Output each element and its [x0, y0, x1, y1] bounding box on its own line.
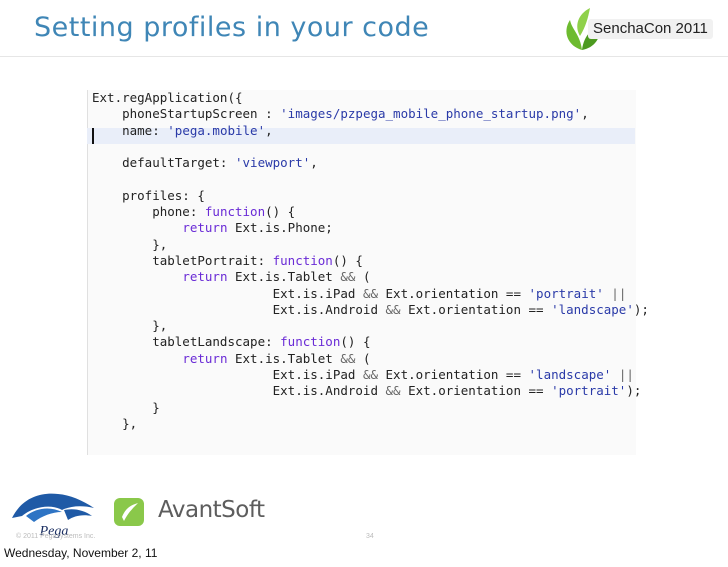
- code-line: Ext.is.Android && Ext.orientation == 'la…: [92, 302, 649, 318]
- code-token: &&: [340, 350, 356, 366]
- code-token: Ext.is.iPad: [92, 367, 363, 383]
- code-token: Ext.orientation ==: [400, 301, 552, 317]
- code-token: name:: [92, 122, 168, 138]
- code-token: Ext.regApplication({: [92, 90, 243, 105]
- code-block: Ext.regApplication({ phoneStartupScreen …: [92, 90, 649, 432]
- title-divider: [0, 56, 728, 57]
- code-token: Ext.is.Tablet: [227, 350, 341, 366]
- code-token: Ext.is.Phone;: [227, 220, 333, 236]
- code-token: () {: [265, 204, 296, 220]
- code-token: ,: [265, 122, 273, 138]
- code-token: Ext.is.iPad: [92, 285, 363, 301]
- slide-title: Setting profiles in your code: [34, 12, 430, 43]
- code-token: Ext.is.Android: [92, 301, 386, 317]
- code-token: return: [182, 220, 228, 236]
- code-token: profiles: {: [92, 187, 205, 203]
- code-token: phone:: [92, 204, 205, 220]
- code-line: tabletPortrait: function() {: [92, 253, 649, 269]
- code-line: },: [92, 416, 649, 432]
- code-token: },: [92, 318, 168, 334]
- code-line: phone: function() {: [92, 204, 649, 220]
- code-token: );: [633, 301, 649, 317]
- code-token: function: [280, 334, 341, 350]
- code-token: ||: [611, 367, 634, 383]
- event-badge: SenchaCon 2011: [588, 19, 713, 39]
- code-token: function: [204, 204, 266, 220]
- code-line: return Ext.is.Tablet && (: [92, 269, 649, 285]
- code-line: phoneStartupScreen : 'images/pzpega_mobi…: [92, 106, 649, 122]
- code-token: &&: [362, 285, 378, 301]
- code-token: 'landscape': [551, 301, 634, 317]
- code-token: function: [272, 252, 333, 268]
- copyright-notice: © 2011 Pegasystems Inc.: [16, 533, 96, 540]
- code-line: return Ext.is.Tablet && (: [92, 351, 649, 367]
- code-token: },: [92, 236, 168, 252]
- code-token: () {: [332, 252, 363, 268]
- code-token: },: [92, 415, 138, 431]
- code-token: tabletPortrait:: [92, 252, 273, 268]
- code-line: },: [92, 318, 649, 334]
- code-token: 'portrait': [551, 383, 627, 399]
- code-line: Ext.is.iPad && Ext.orientation == 'portr…: [92, 286, 649, 302]
- code-token: return: [182, 350, 228, 366]
- code-token: Ext.is.Android: [92, 383, 386, 399]
- code-token: () {: [340, 334, 371, 350]
- code-line: Ext.is.Android && Ext.orientation == 'po…: [92, 383, 649, 399]
- code-token: ,: [310, 155, 318, 171]
- code-token: 'pega.mobile': [167, 122, 266, 138]
- code-token: return: [182, 269, 228, 285]
- code-token: ,: [581, 106, 589, 122]
- code-line: },: [92, 237, 649, 253]
- code-line: name: 'pega.mobile',: [92, 123, 649, 139]
- code-token: &&: [385, 383, 401, 399]
- code-token: Ext.orientation ==: [378, 285, 529, 301]
- code-line: }: [92, 400, 649, 416]
- code-token: Ext.orientation ==: [400, 383, 552, 399]
- code-token: &&: [362, 367, 378, 383]
- code-line: Ext.regApplication({: [92, 90, 649, 106]
- code-line: tabletLandscape: function() {: [92, 334, 649, 350]
- code-token: defaultTarget:: [92, 155, 235, 171]
- code-token: Ext.orientation ==: [378, 367, 529, 383]
- avantsoft-wordmark: AvantSoft: [158, 497, 265, 523]
- code-token: }: [92, 399, 160, 415]
- code-token: (: [355, 350, 371, 366]
- code-token: tabletLandscape:: [92, 334, 281, 350]
- code-token: 'images/pzpega_mobile_phone_startup.png': [280, 106, 582, 122]
- code-line: profiles: {: [92, 188, 649, 204]
- code-line: return Ext.is.Phone;: [92, 220, 649, 236]
- footer-date: Wednesday, November 2, 11: [4, 546, 158, 560]
- code-token: 'viewport': [235, 155, 311, 171]
- code-token: 'landscape': [528, 367, 612, 383]
- code-token: Ext.is.Tablet: [227, 269, 341, 285]
- code-token: (: [355, 269, 371, 285]
- code-token: &&: [385, 301, 401, 317]
- code-token: phoneStartupScreen :: [92, 106, 281, 122]
- code-line: defaultTarget: 'viewport',: [92, 155, 649, 171]
- code-token: &&: [340, 269, 356, 285]
- page-number: 34: [366, 533, 374, 540]
- code-token: 'portrait': [528, 285, 604, 301]
- code-token: ||: [603, 285, 627, 301]
- code-line: Ext.is.iPad && Ext.orientation == 'lands…: [92, 367, 649, 383]
- code-token: );: [626, 383, 642, 399]
